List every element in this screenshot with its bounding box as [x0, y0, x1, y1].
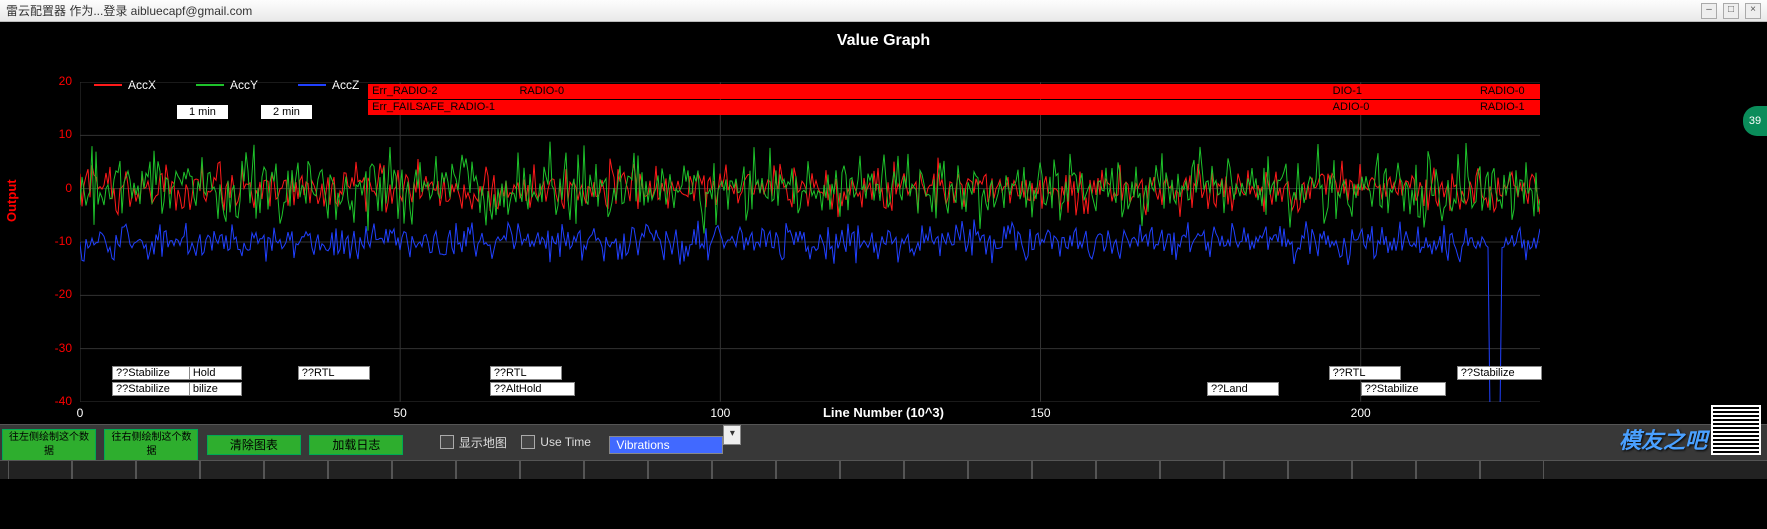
timeline-segment[interactable] — [1288, 461, 1352, 479]
show-map-checkbox[interactable]: 显示地图 — [440, 434, 507, 451]
timeline-segment[interactable] — [200, 461, 264, 479]
y-tick: 10 — [16, 127, 72, 141]
y-tick: -10 — [16, 234, 72, 248]
x-tick: 150 — [1011, 406, 1071, 420]
error-band-label: Err_FAILSAFE_RADIO-1 — [372, 101, 495, 113]
timeline-segment[interactable] — [776, 461, 840, 479]
x-tick: 50 — [370, 406, 430, 420]
error-band — [368, 100, 1329, 115]
load-log-button[interactable]: 加载日志 — [309, 435, 403, 455]
timeline-strip[interactable] — [0, 460, 1767, 479]
watermark-text: 模友之吧 — [1619, 423, 1707, 455]
timeline-segment[interactable] — [712, 461, 776, 479]
x-axis-label: Line Number (10^3) — [0, 405, 1767, 420]
flight-mode-label: ??Stabilize — [112, 366, 191, 380]
timeline-segment[interactable] — [1480, 461, 1544, 479]
flight-mode-label: ??Land — [1207, 382, 1279, 396]
timeline-segment[interactable] — [264, 461, 328, 479]
minimize-icon[interactable]: ‒ — [1701, 3, 1717, 19]
timeline-segment[interactable] — [392, 461, 456, 479]
timeline-segment[interactable] — [968, 461, 1032, 479]
chevron-down-icon[interactable]: ▾ — [723, 425, 741, 445]
maximize-icon[interactable]: □ — [1723, 3, 1739, 19]
close-icon[interactable]: × — [1745, 3, 1761, 19]
timeline-segment[interactable] — [456, 461, 520, 479]
plot-canvas[interactable] — [80, 82, 1540, 402]
timeline-segment[interactable] — [1416, 461, 1480, 479]
timeline-segment[interactable] — [8, 461, 72, 479]
timeline-segment[interactable] — [584, 461, 648, 479]
timeline-segment[interactable] — [1160, 461, 1224, 479]
checkbox-icon — [440, 435, 454, 449]
flight-mode-label: bilize — [189, 382, 242, 396]
time-1min-button[interactable]: 1 min — [176, 104, 229, 120]
pan-left-button[interactable]: 往左侧绘制这个数 据 — [2, 429, 96, 461]
timeline-segment[interactable] — [520, 461, 584, 479]
error-band-label: Err_RADIO-2 — [372, 85, 437, 97]
timeline-segment[interactable] — [1352, 461, 1416, 479]
clear-chart-button[interactable]: 清除图表 — [207, 435, 301, 455]
flight-mode-label: ??Stabilize — [1361, 382, 1446, 396]
checkbox-icon — [521, 435, 535, 449]
flight-mode-label: ??RTL — [490, 366, 562, 380]
timeline-segment[interactable] — [840, 461, 904, 479]
y-tick: -30 — [16, 341, 72, 355]
error-band-label: RADIO-0 — [519, 85, 564, 97]
timeline-segment[interactable] — [1224, 461, 1288, 479]
error-band-label: RADIO-1 — [1480, 101, 1525, 113]
use-time-checkbox[interactable]: Use Time — [521, 435, 591, 449]
flight-mode-label: ??Stabilize — [112, 382, 191, 396]
flight-mode-label: ??Stabilize — [1457, 366, 1542, 380]
pan-right-button[interactable]: 往右侧绘制这个数 据 — [104, 429, 198, 461]
y-tick: -20 — [16, 287, 72, 301]
series-select[interactable]: Vibrations — [609, 436, 723, 454]
timeline-segment[interactable] — [648, 461, 712, 479]
timeline-segment[interactable] — [904, 461, 968, 479]
window-title: 雷云配置器 作为...登录 aibluecapf@gmail.com — [6, 4, 252, 18]
flight-mode-label: ??AltHold — [490, 382, 575, 396]
error-band-label: ADIO-0 — [1333, 101, 1370, 113]
chart-svg — [80, 82, 1540, 402]
flight-mode-label: ??RTL — [298, 366, 370, 380]
x-tick: 200 — [1331, 406, 1391, 420]
error-band — [515, 84, 1328, 99]
x-tick: 100 — [690, 406, 750, 420]
chart-title: Value Graph — [0, 22, 1767, 56]
bottom-toolbar: 往左侧绘制这个数 据 往右侧绘制这个数 据 清除图表 加载日志 显示地图 Use… — [0, 424, 1767, 462]
timeline-segment[interactable] — [72, 461, 136, 479]
timeline-segment[interactable] — [1032, 461, 1096, 479]
time-2min-button[interactable]: 2 min — [260, 104, 313, 120]
flight-mode-label: Hold — [189, 366, 242, 380]
error-band-label: RADIO-0 — [1480, 85, 1525, 97]
chart-area: Value Graph Output AccX AccY AccZ 1 min … — [0, 22, 1767, 424]
error-band-label: DIO-1 — [1333, 85, 1362, 97]
flight-mode-label: ??RTL — [1329, 366, 1401, 380]
side-badge[interactable]: 39 — [1743, 106, 1767, 136]
timeline-segment[interactable] — [136, 461, 200, 479]
timeline-segment[interactable] — [328, 461, 392, 479]
y-tick: 20 — [16, 74, 72, 88]
timeline-segment[interactable] — [1096, 461, 1160, 479]
x-tick: 0 — [50, 406, 110, 420]
y-tick: 0 — [16, 181, 72, 195]
qr-code — [1711, 405, 1761, 455]
window-titlebar: 雷云配置器 作为...登录 aibluecapf@gmail.com ‒ □ × — [0, 0, 1767, 22]
